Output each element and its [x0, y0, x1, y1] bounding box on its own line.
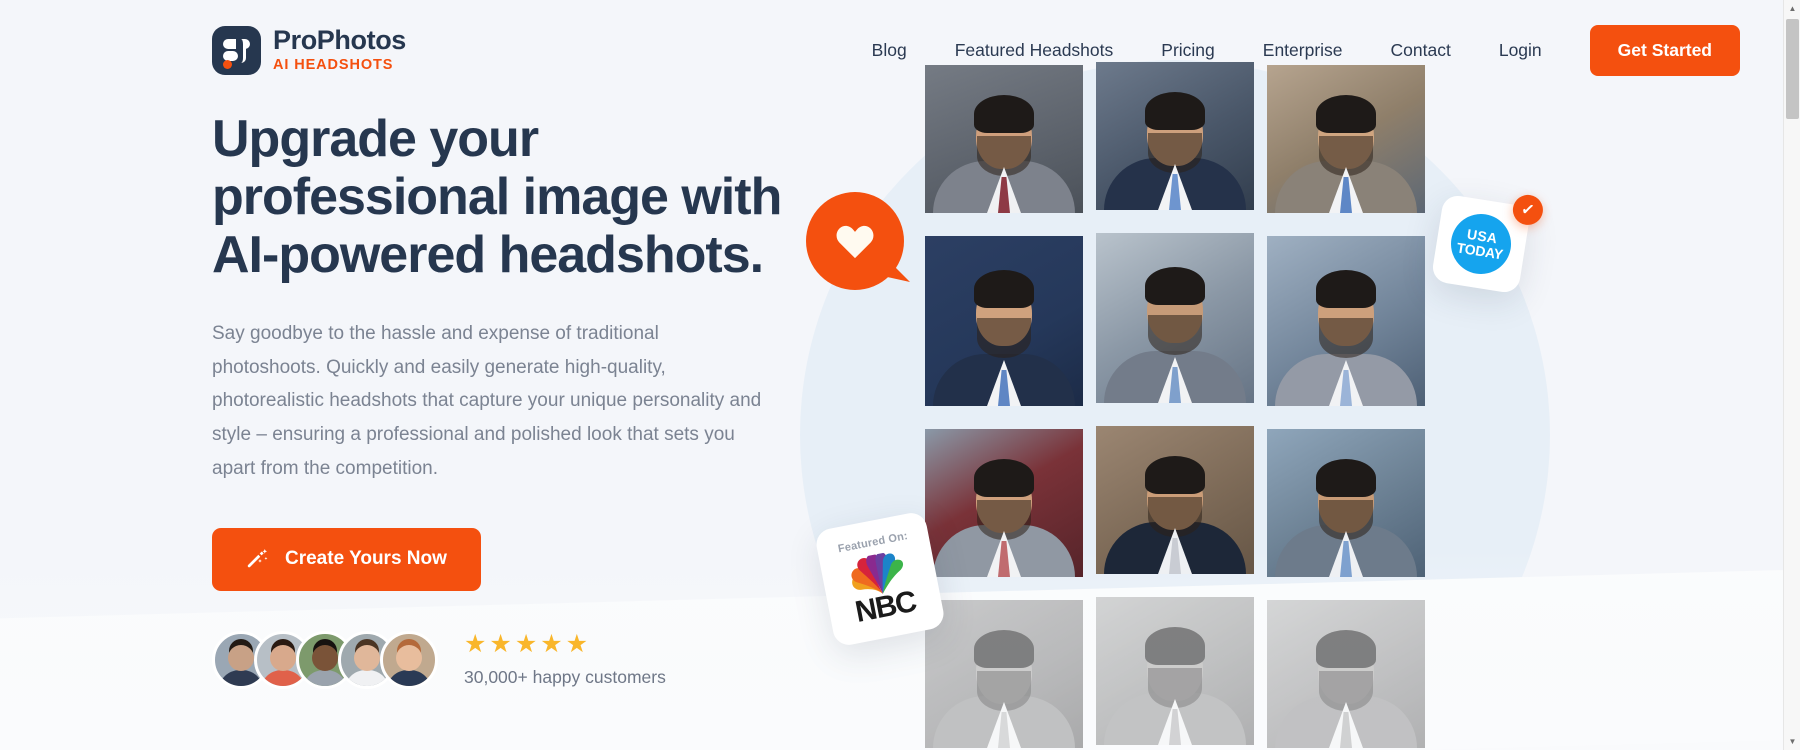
headshot-thumbnail[interactable]: [1267, 429, 1425, 577]
nav-item-enterprise[interactable]: Enterprise: [1239, 30, 1367, 71]
usa-today-logo: USA TODAY: [1446, 209, 1516, 279]
gallery-column-1: [925, 0, 1083, 750]
avatar: [380, 630, 438, 689]
headshot-thumbnail[interactable]: [1096, 597, 1254, 745]
brand-text: ProPhotos AI HEADSHOTS: [273, 27, 406, 73]
hero-title-line-2: professional image with: [212, 168, 782, 227]
gallery-column-2: [1096, 0, 1254, 750]
nav-item-pricing[interactable]: Pricing: [1137, 30, 1239, 71]
heart-icon: [836, 225, 874, 259]
headshot-thumbnail[interactable]: [925, 236, 1083, 406]
magic-wand-icon: [247, 548, 268, 568]
hero-description: Say goodbye to the hassle and expense of…: [212, 322, 762, 479]
nav-item-featured-headshots[interactable]: Featured Headshots: [931, 30, 1138, 71]
brand-name: ProPhotos: [273, 25, 406, 56]
usa-today-line-2: TODAY: [1455, 239, 1505, 263]
nav-item-login[interactable]: Login: [1475, 30, 1566, 71]
page-scrollbar[interactable]: ▲ ▼: [1783, 0, 1800, 750]
headshot-thumbnail[interactable]: [925, 429, 1083, 577]
headshot-thumbnail[interactable]: [1267, 236, 1425, 406]
social-proof: ★★★★★ 30,000+ happy customers: [212, 629, 792, 689]
page-viewport: ProPhotos AI HEADSHOTS Blog Featured Head…: [0, 0, 1800, 750]
check-circle-icon: ✓: [1510, 192, 1546, 228]
happy-customers-count: 30,000+ happy customers: [464, 666, 666, 687]
customer-avatar-stack: [212, 630, 438, 689]
brand-logo[interactable]: ProPhotos AI HEADSHOTS: [212, 25, 406, 75]
headshot-thumbnail[interactable]: [925, 600, 1083, 748]
brand-tagline: AI HEADSHOTS: [273, 57, 394, 74]
headshot-gallery-grid: [925, 0, 1445, 750]
page-title: Upgrade your professional image with AI-…: [212, 110, 792, 285]
scroll-down-arrow-icon[interactable]: ▼: [1784, 733, 1800, 750]
usa-today-featured-badge: USA TODAY ✓: [1430, 192, 1546, 295]
scrollbar-thumb[interactable]: [1786, 19, 1799, 119]
star-rating: ★★★★★: [464, 629, 592, 658]
heart-speech-bubble-icon: [806, 192, 910, 290]
site-header: ProPhotos AI HEADSHOTS Blog Featured Head…: [0, 0, 1780, 100]
main-navigation: Blog Featured Headshots Pricing Enterprise C…: [848, 30, 1566, 71]
hero-title-line-3: AI-powered headshots.: [212, 226, 764, 285]
create-button-label: Create Yours Now: [285, 548, 447, 570]
nbc-wordmark: NBC: [852, 585, 919, 629]
scroll-up-arrow-icon[interactable]: ▲: [1784, 0, 1800, 17]
nbc-featured-badge: Featured On: NBC: [813, 510, 947, 648]
prophotos-p-mark-icon: [212, 25, 261, 75]
headshot-thumbnail[interactable]: [1267, 600, 1425, 748]
nav-item-blog[interactable]: Blog: [848, 30, 931, 71]
headshot-thumbnail[interactable]: [1096, 233, 1254, 403]
headshot-thumbnail[interactable]: [1096, 426, 1254, 574]
get-started-button[interactable]: Get Started: [1589, 24, 1740, 76]
rating-block: ★★★★★ 30,000+ happy customers: [464, 629, 666, 688]
create-yours-now-button[interactable]: Create Yours Now: [212, 527, 481, 591]
hero-title-line-1: Upgrade your: [212, 110, 539, 168]
nav-item-contact[interactable]: Contact: [1367, 30, 1475, 71]
hero-content: Upgrade your professional image with AI-…: [212, 110, 792, 689]
gallery-column-3: [1267, 0, 1425, 750]
